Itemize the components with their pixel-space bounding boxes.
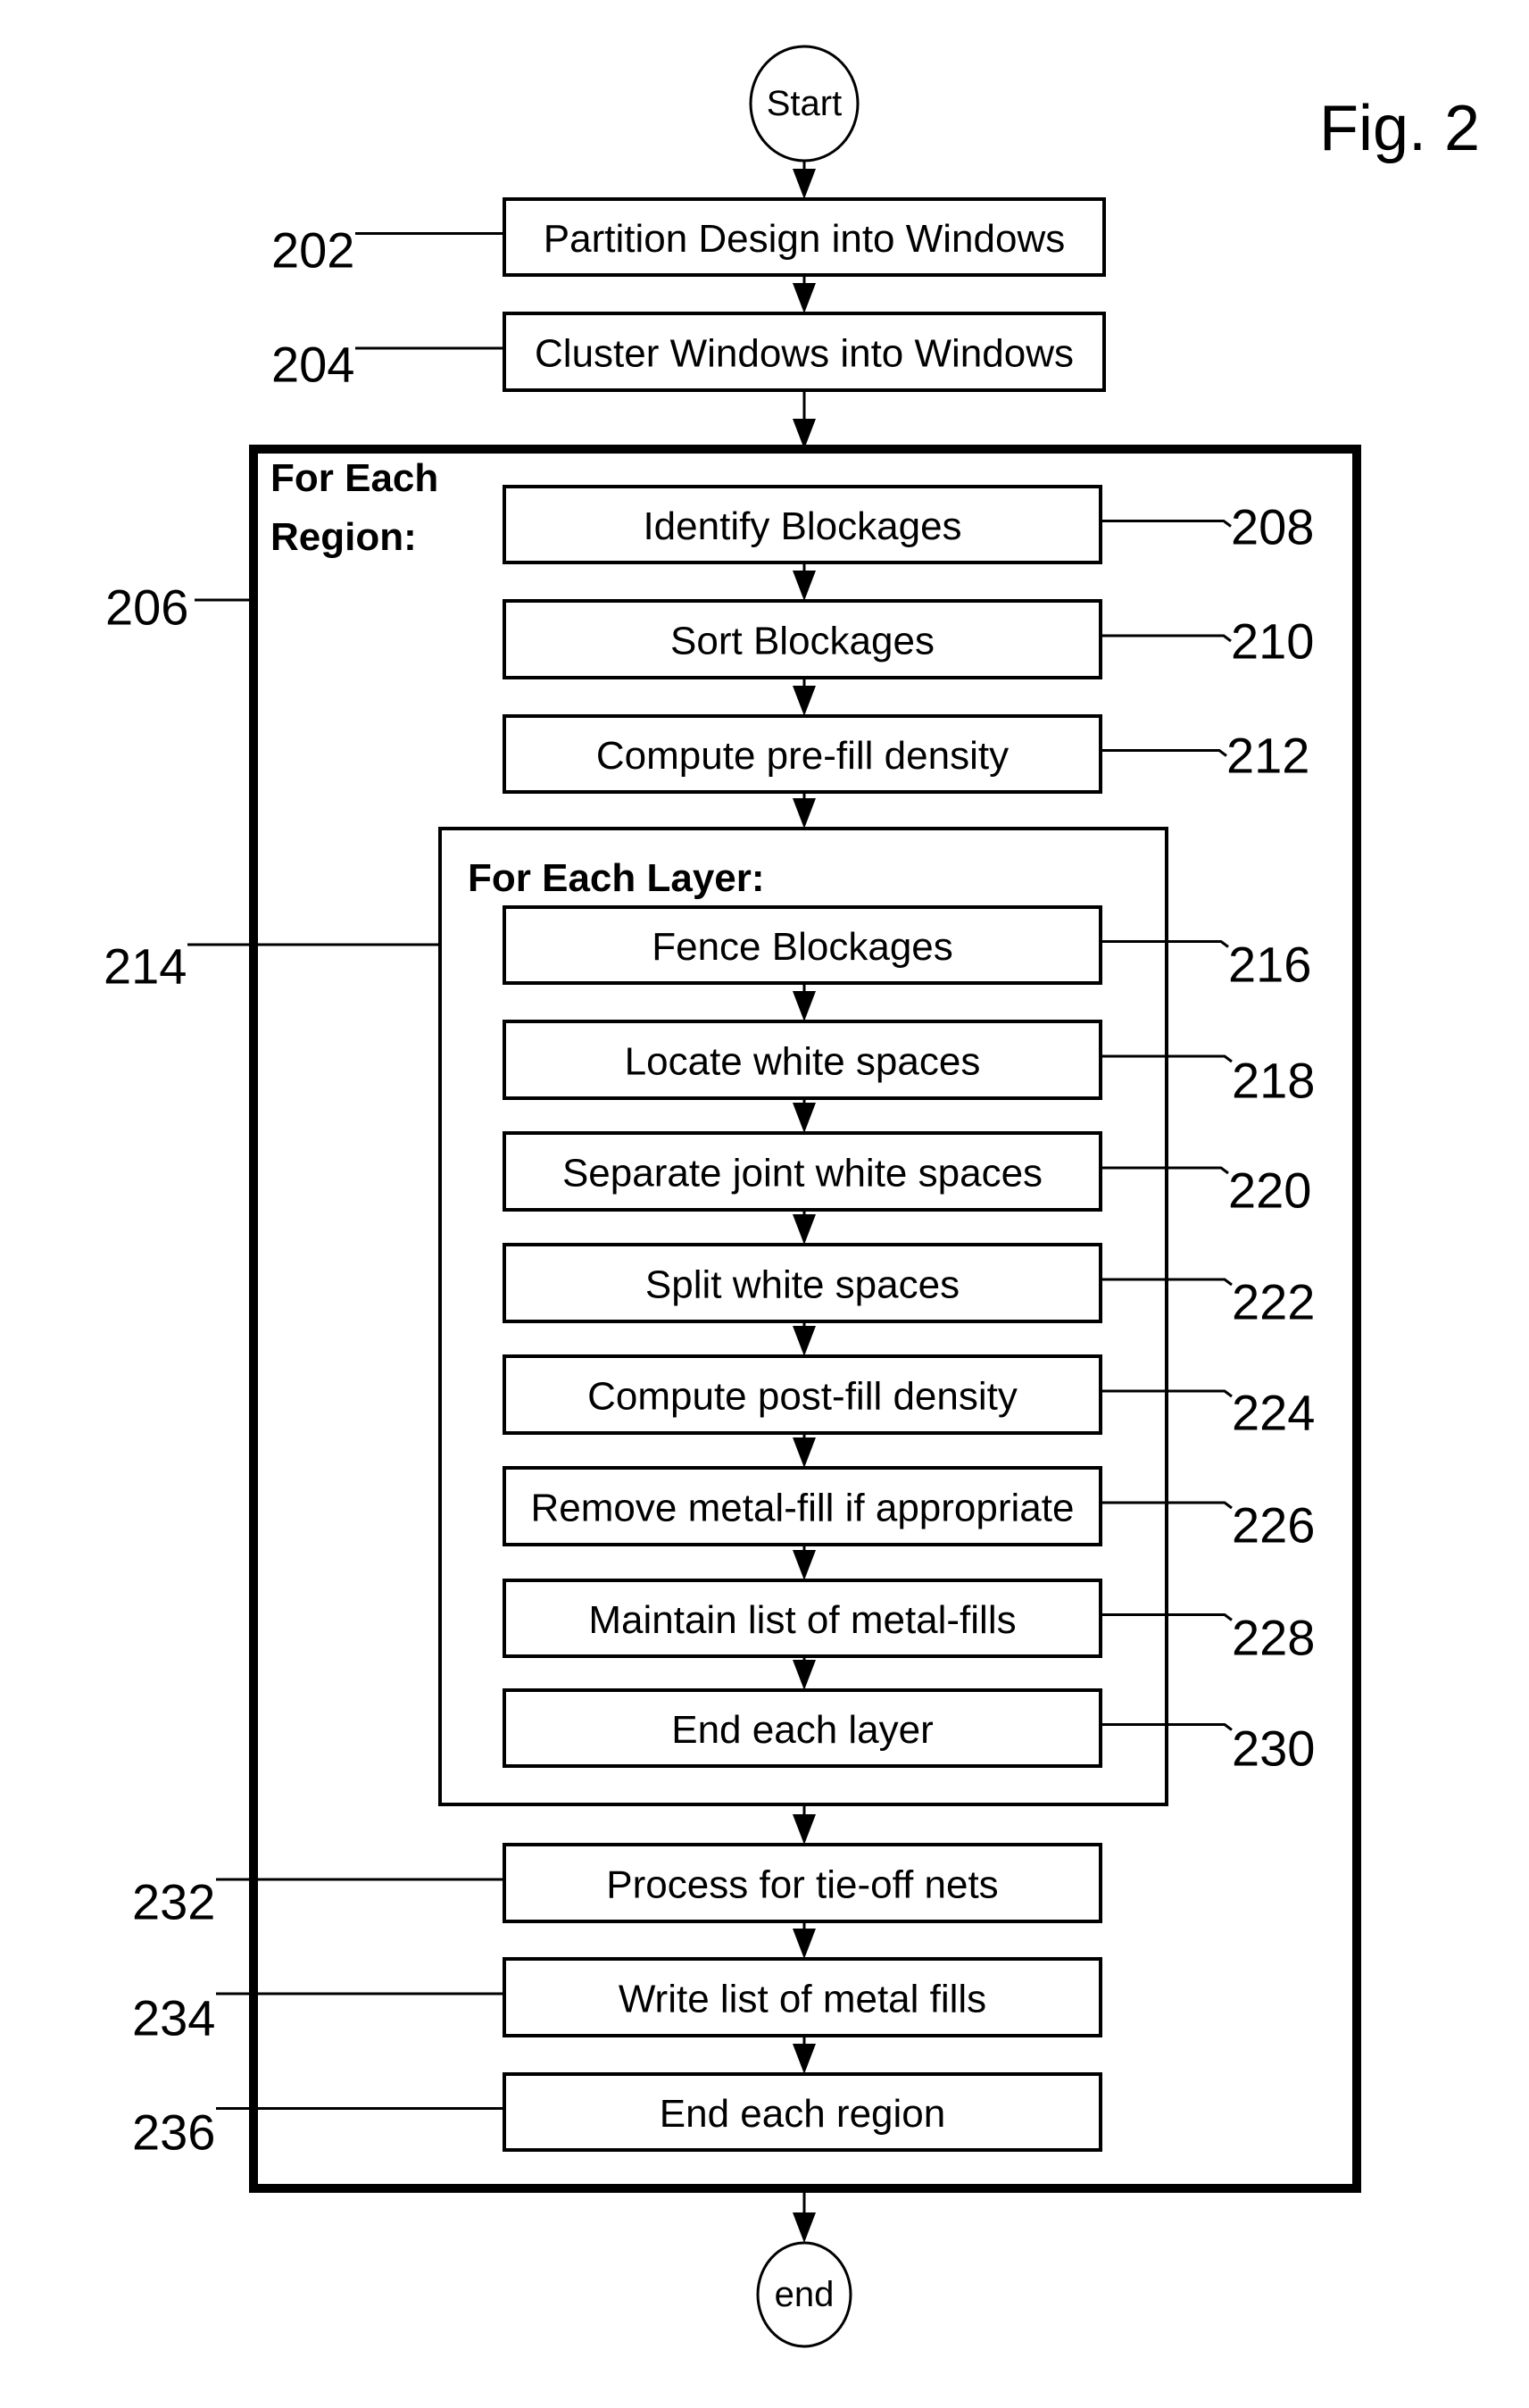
flow-arrow — [793, 2036, 816, 2074]
step-label: Compute pre-fill density — [596, 734, 1009, 778]
step-ref: 210 — [1231, 613, 1314, 670]
step-label: Compute post-fill density — [587, 1375, 1018, 1419]
step-ref: 224 — [1232, 1385, 1315, 1441]
step-label: Remove metal-fill if appropriate — [531, 1487, 1075, 1530]
arrow-head-icon — [793, 1660, 816, 1690]
flow-arrow — [793, 1921, 816, 1959]
flow-arrow — [793, 562, 816, 601]
start-label: Start — [767, 84, 842, 123]
flow-arrow — [793, 161, 816, 199]
arrow-head-icon — [793, 798, 816, 829]
step-label: Separate joint white spaces — [562, 1152, 1043, 1196]
flow-arrow — [793, 1656, 816, 1690]
flow-arrow — [793, 678, 816, 716]
end-terminal: end — [756, 2241, 852, 2348]
step-13: Process for tie-off nets 232 — [132, 1843, 1102, 1930]
step-ref: 234 — [132, 1990, 215, 2046]
layer-loop-title: For Each Layer: — [468, 856, 765, 900]
step-label: End each layer — [671, 1708, 934, 1752]
arrow-head-icon — [793, 419, 816, 449]
arrow-head-icon — [793, 169, 816, 199]
arrow-head-icon — [793, 686, 816, 716]
step-14: Write list of metal fills 234 — [132, 1957, 1102, 2046]
arrow-head-icon — [793, 1326, 816, 1356]
step-label: Cluster Windows into Windows — [535, 332, 1074, 376]
step-label: Identify Blockages — [643, 504, 961, 548]
step-leader — [1101, 749, 1227, 757]
step-ref: 204 — [271, 337, 354, 393]
step-ref: 218 — [1232, 1053, 1315, 1109]
arrow-head-icon — [793, 991, 816, 1021]
step-label: Maintain list of metal-fills — [588, 1598, 1016, 1642]
step-6: Locate white spaces 218 — [503, 1020, 1315, 1109]
step-ref: 222 — [1232, 1274, 1315, 1330]
step-label: Sort Blockages — [670, 620, 935, 663]
step-ref: 228 — [1232, 1610, 1315, 1666]
step-label: Process for tie-off nets — [606, 1863, 998, 1907]
step-label: End each region — [660, 2092, 945, 2136]
arrow-head-icon — [793, 2212, 816, 2243]
step-ref: 226 — [1232, 1497, 1315, 1554]
arrow-head-icon — [793, 1929, 816, 1959]
arrow-head-icon — [793, 283, 816, 313]
flow-arrow — [793, 1804, 816, 1845]
arrow-head-icon — [793, 1214, 816, 1245]
step-1: Cluster Windows into Windows 204 — [271, 312, 1106, 393]
step-label: Locate white spaces — [625, 1040, 981, 1084]
step-leader — [1101, 1166, 1229, 1175]
step-label: Write list of metal fills — [619, 1978, 986, 2021]
step-2: Identify Blockages 208 — [503, 485, 1314, 564]
arrow-head-icon — [793, 1103, 816, 1133]
flow-arrow — [793, 983, 816, 1021]
region-loop-title-line1: For Each — [270, 456, 438, 500]
step-7: Separate joint white spaces 220 — [503, 1131, 1311, 1219]
end-label: end — [775, 2275, 835, 2314]
step-label: Partition Design into Windows — [544, 217, 1065, 261]
step-ref: 220 — [1228, 1162, 1311, 1219]
flow-arrow — [793, 1545, 816, 1580]
step-leader — [1101, 634, 1232, 643]
figure-label: Fig. 2 — [1319, 93, 1480, 164]
arrow-head-icon — [793, 1814, 816, 1845]
flow-arrow — [793, 390, 816, 449]
step-4: Compute pre-fill density 212 — [503, 714, 1309, 794]
step-ref: 232 — [132, 1874, 215, 1930]
step-ref: 212 — [1226, 728, 1309, 784]
start-terminal: Start — [749, 45, 860, 162]
flow-arrow — [793, 1433, 816, 1468]
step-0: Partition Design into Windows 202 — [271, 197, 1106, 279]
step-3: Sort Blockages 210 — [503, 599, 1314, 679]
arrow-head-icon — [793, 2044, 816, 2074]
flow-arrow — [793, 275, 816, 313]
step-ref: 230 — [1232, 1721, 1315, 1777]
step-label: Fence Blockages — [652, 925, 953, 969]
step-12: End each layer 230 — [503, 1688, 1315, 1777]
step-leader — [1101, 520, 1232, 528]
flow-arrow — [793, 792, 816, 829]
flow-arrow — [793, 1098, 816, 1133]
step-11: Maintain list of metal-fills 228 — [503, 1579, 1315, 1666]
flow-arrow — [793, 2192, 816, 2243]
step-8: Split white spaces 222 — [503, 1243, 1315, 1330]
step-ref: 208 — [1231, 499, 1314, 555]
step-label: Split white spaces — [645, 1263, 960, 1307]
step-leader — [1101, 940, 1229, 948]
flow-arrow — [793, 1321, 816, 1356]
layer-loop-ref: 214 — [104, 938, 187, 995]
step-ref: 202 — [271, 222, 354, 279]
step-15: End each region 236 — [132, 2072, 1102, 2161]
arrow-head-icon — [793, 1550, 816, 1580]
step-9: Compute post-fill density 224 — [503, 1354, 1315, 1441]
step-5: Fence Blockages 216 — [503, 905, 1311, 993]
flowchart: Fig. 2 Start For Each Region: 206 For Ea… — [104, 45, 1480, 2348]
arrow-head-icon — [793, 1437, 816, 1468]
flow-arrow — [793, 1210, 816, 1245]
step-ref: 236 — [132, 2104, 215, 2161]
region-loop-title-line2: Region: — [270, 515, 417, 559]
arrow-head-icon — [793, 571, 816, 601]
region-loop-ref: 206 — [105, 579, 188, 636]
step-10: Remove metal-fill if appropriate 226 — [503, 1466, 1315, 1554]
step-ref: 216 — [1228, 937, 1311, 993]
